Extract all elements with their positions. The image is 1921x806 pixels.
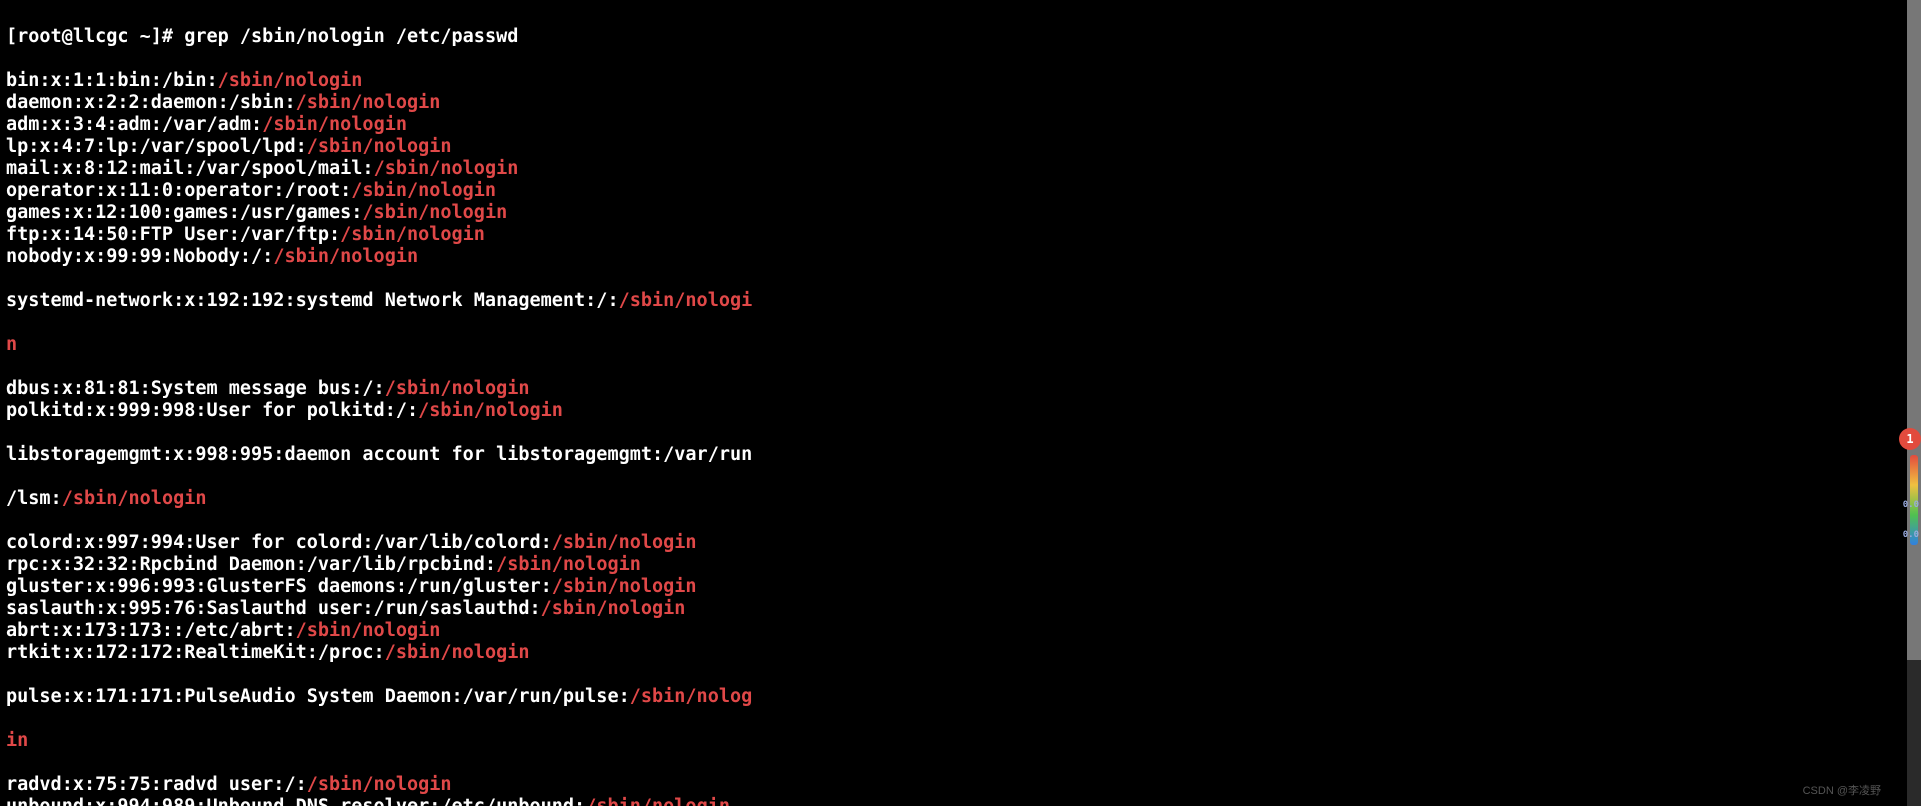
output-line: abrt:x:173:173::/etc/abrt:/sbin/nologin — [6, 620, 1915, 642]
scrollbar-thumb[interactable] — [1907, 0, 1921, 660]
output-line: ftp:x:14:50:FTP User:/var/ftp:/sbin/nolo… — [6, 224, 1915, 246]
output-line: lp:x:4:7:lp:/var/spool/lpd:/sbin/nologin — [6, 136, 1915, 158]
output-line: operator:x:11:0:operator:/root:/sbin/nol… — [6, 180, 1915, 202]
grep-match: n — [6, 334, 17, 355]
grep-match: /sbin/nologin — [552, 576, 697, 597]
metric-value: 0.0 — [1903, 530, 1919, 540]
grep-match: /sbin/nologin — [307, 774, 452, 795]
output-line: mail:x:8:12:mail:/var/spool/mail:/sbin/n… — [6, 158, 1915, 180]
output-line: radvd:x:75:75:radvd user:/:/sbin/nologin — [6, 774, 1915, 796]
output-line: in — [6, 730, 1915, 752]
grep-match: /sbin/nologin — [273, 246, 418, 267]
output-line: systemd-network:x:192:192:systemd Networ… — [6, 290, 1915, 312]
grep-match: /sbin/nologin — [62, 488, 207, 509]
output-line: pulse:x:171:171:PulseAudio System Daemon… — [6, 686, 1915, 708]
output-line: rtkit:x:172:172:RealtimeKit:/proc:/sbin/… — [6, 642, 1915, 664]
output-line: unbound:x:994:989:Unbound DNS resolver:/… — [6, 796, 1915, 806]
metric-value: 0.0 — [1903, 500, 1919, 510]
output-line: bin:x:1:1:bin:/bin:/sbin/nologin — [6, 70, 1915, 92]
output-line: /lsm:/sbin/nologin — [6, 488, 1915, 510]
grep-match: /sbin/nologin — [585, 796, 730, 806]
grep-match: /sbin/nologin — [552, 532, 697, 553]
watermark: CSDN @李凌野 — [1803, 780, 1881, 802]
grep-match: /sbin/nologin — [340, 224, 485, 245]
grep-match: /sbin/nologin — [218, 70, 363, 91]
output-line: colord:x:997:994:User for colord:/var/li… — [6, 532, 1915, 554]
grep-match: /sbin/nologin — [385, 642, 530, 663]
output-line: polkitd:x:999:998:User for polkitd:/:/sb… — [6, 400, 1915, 422]
grep-match: /sbin/nologin — [351, 180, 496, 201]
grep-match: in — [6, 730, 28, 751]
grep-match: /sbin/nolog — [630, 686, 753, 707]
output-line: dbus:x:81:81:System message bus:/:/sbin/… — [6, 378, 1915, 400]
grep-match: /sbin/nologin — [496, 554, 641, 575]
scrollbar-track[interactable] — [1907, 0, 1921, 806]
grep-match: /sbin/nologin — [541, 598, 686, 619]
grep-match: /sbin/nologin — [262, 114, 407, 135]
output-line: n — [6, 334, 1915, 356]
output-line: games:x:12:100:games:/usr/games:/sbin/no… — [6, 202, 1915, 224]
output-line: gluster:x:996:993:GlusterFS daemons:/run… — [6, 576, 1915, 598]
output-line: libstoragemgmt:x:998:995:daemon account … — [6, 444, 1915, 466]
grep-match: /sbin/nologin — [374, 158, 519, 179]
grep-match: /sbin/nologin — [296, 620, 441, 641]
grep-match: /sbin/nologin — [296, 92, 441, 113]
grep-match: /sbin/nologin — [385, 378, 530, 399]
grep-match: /sbin/nologin — [362, 202, 507, 223]
grep-match: /sbin/nologi — [619, 290, 753, 311]
prompt: [root@llcgc ~]# — [6, 26, 184, 47]
prompt-line: [root@llcgc ~]# grep /sbin/nologin /etc/… — [6, 26, 1915, 48]
grep-match: /sbin/nologin — [307, 136, 452, 157]
grep-match: /sbin/nologin — [418, 400, 563, 421]
terminal-output: [root@llcgc ~]# grep /sbin/nologin /etc/… — [0, 0, 1921, 806]
notification-badge[interactable]: 1 — [1899, 428, 1921, 450]
output-line: adm:x:3:4:adm:/var/adm:/sbin/nologin — [6, 114, 1915, 136]
command: grep /sbin/nologin /etc/passwd — [184, 26, 518, 47]
output-line: nobody:x:99:99:Nobody:/:/sbin/nologin — [6, 246, 1915, 268]
output-line: rpc:x:32:32:Rpcbind Daemon:/var/lib/rpcb… — [6, 554, 1915, 576]
output-line: daemon:x:2:2:daemon:/sbin:/sbin/nologin — [6, 92, 1915, 114]
output-line: saslauth:x:995:76:Saslauthd user:/run/sa… — [6, 598, 1915, 620]
